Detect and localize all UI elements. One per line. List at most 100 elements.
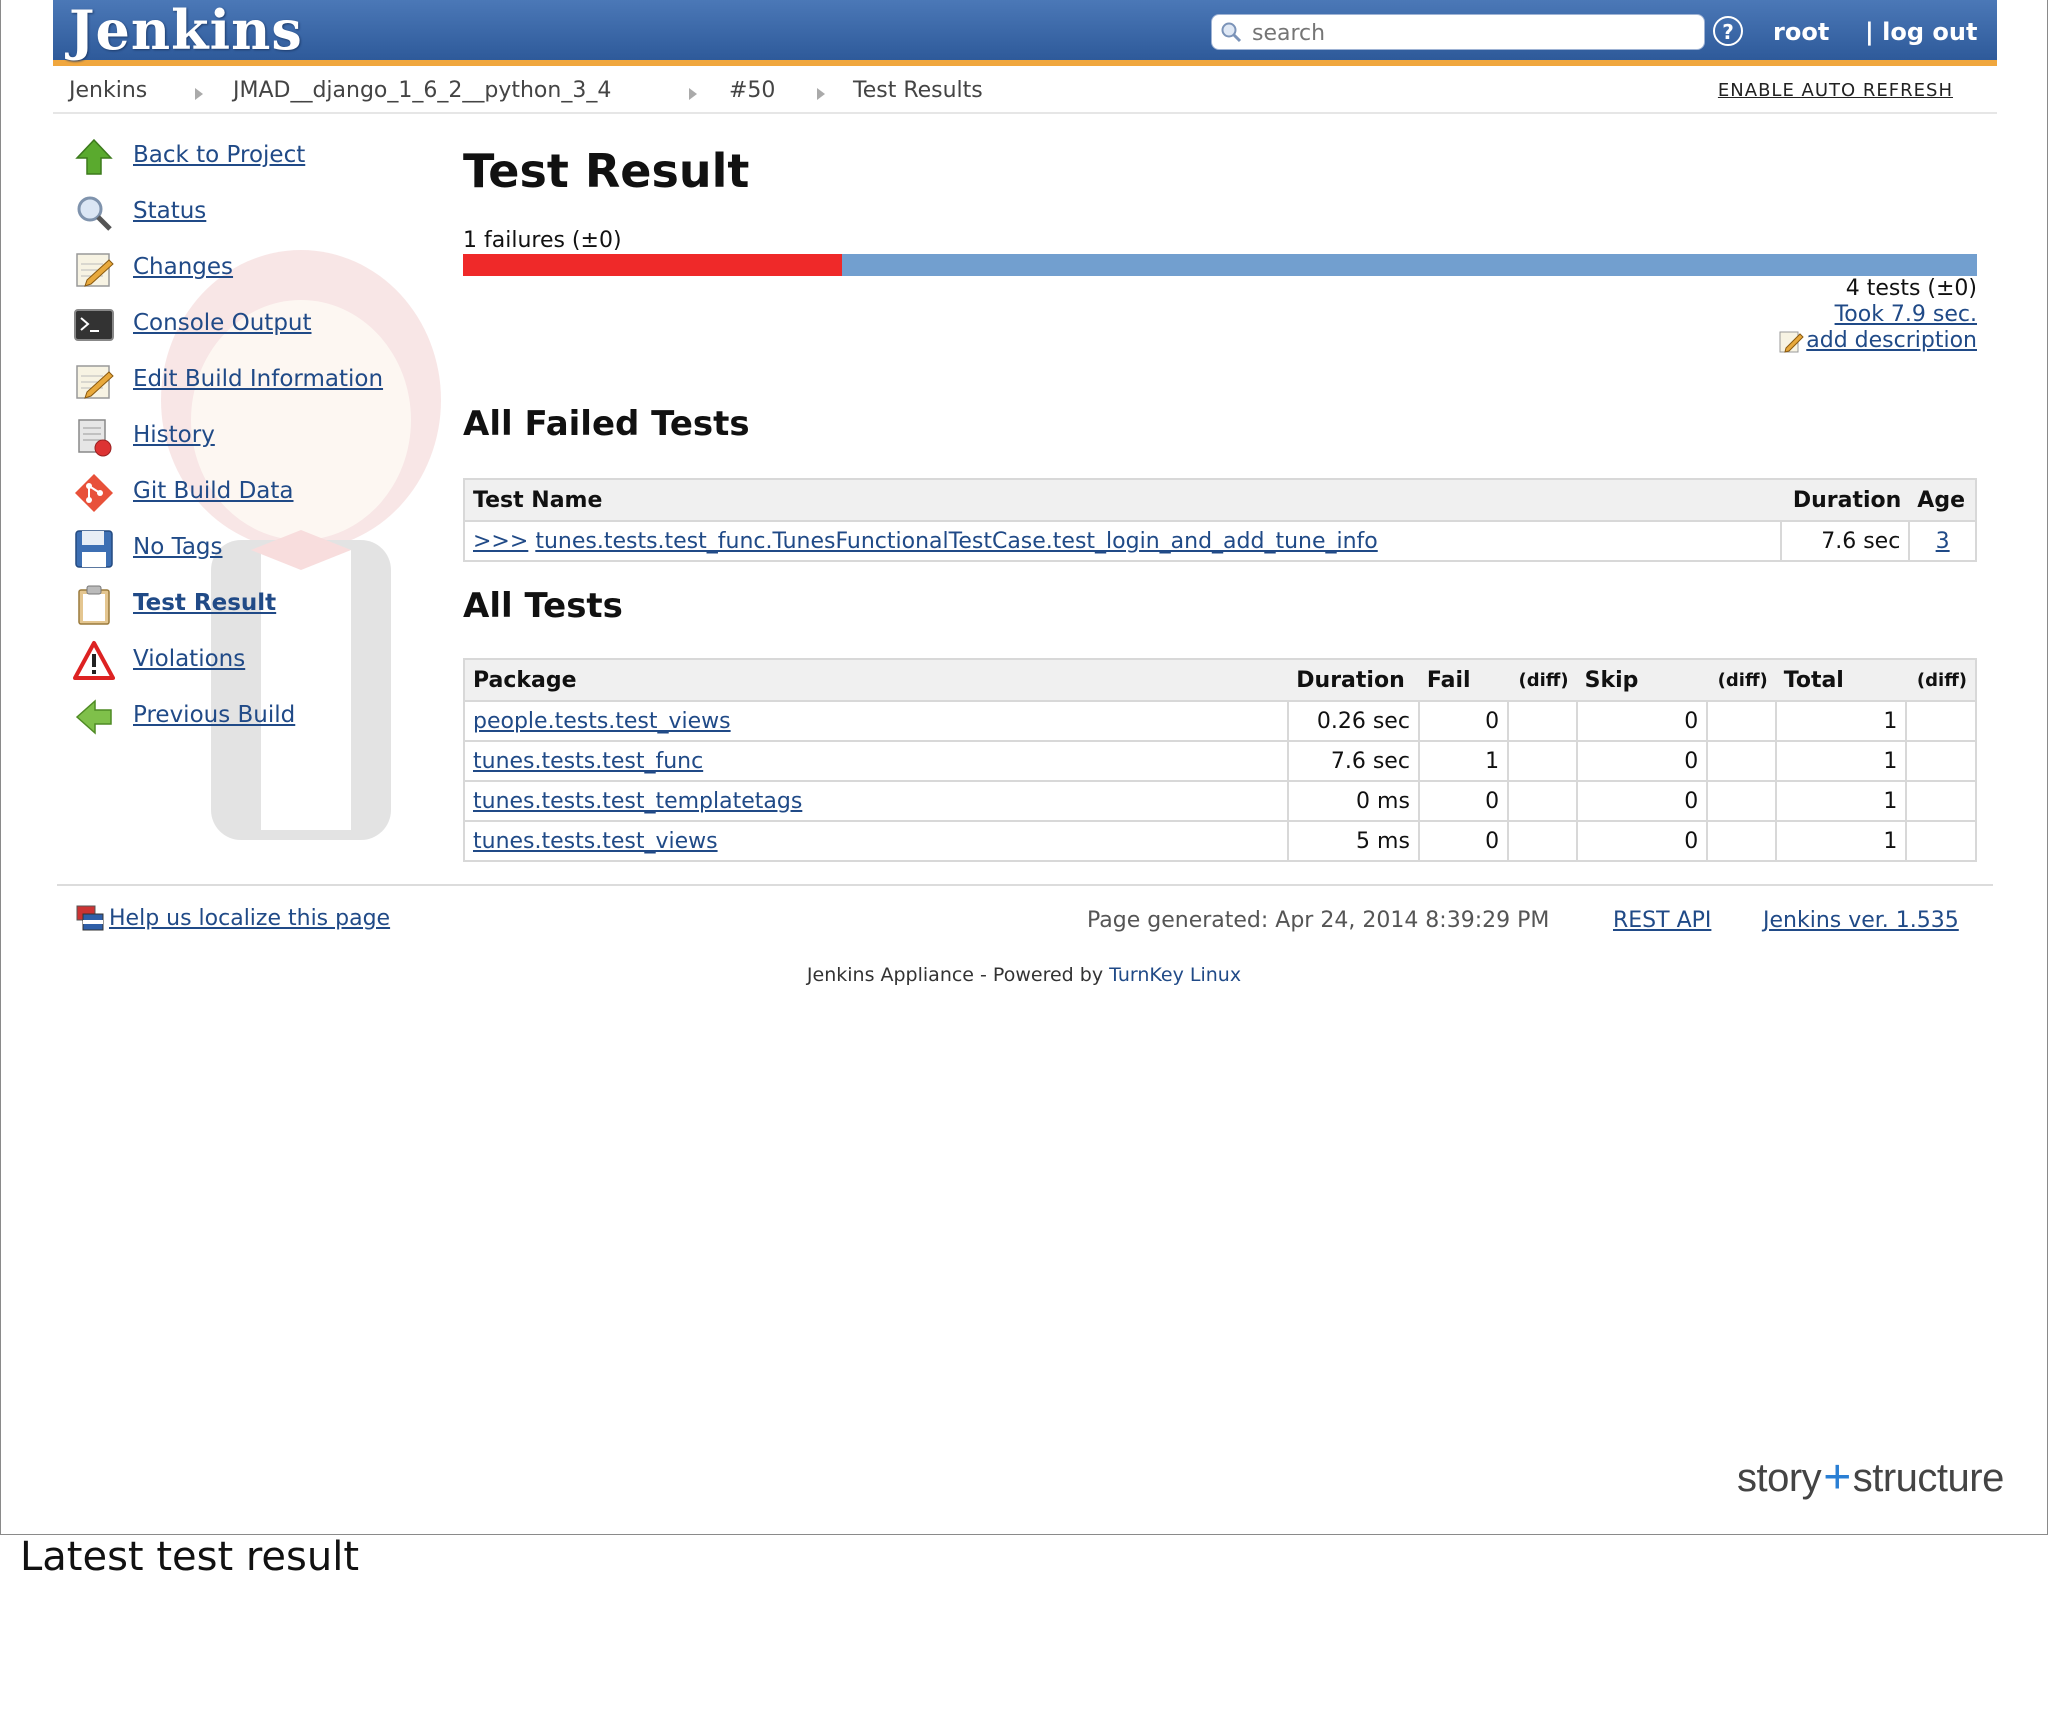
fail-diff-cell bbox=[1507, 780, 1578, 822]
jenkins-version-link[interactable]: Jenkins ver. 1.535 bbox=[1763, 908, 1959, 933]
breadcrumb-project[interactable]: JMAD__django_1_6_2__python_3_4 bbox=[233, 78, 611, 103]
appliance-credit-text: Jenkins Appliance - Powered by bbox=[806, 964, 1110, 986]
footer-divider bbox=[57, 884, 1993, 886]
notepad-icon bbox=[76, 365, 114, 399]
browser-frame: Jenkins ? root | log out Jenkins JMAD__d… bbox=[0, 0, 2048, 1535]
story-structure-logo: story+structure bbox=[1737, 1448, 2005, 1504]
breadcrumb-separator bbox=[817, 88, 825, 100]
skip-cell: 0 bbox=[1575, 700, 1709, 742]
sidebar-item-label: Previous Build bbox=[133, 702, 296, 728]
package-cell: tunes.tests.test_templatetags bbox=[462, 780, 1290, 822]
search-icon bbox=[1221, 22, 1242, 43]
column-header[interactable]: Test Name bbox=[464, 479, 1781, 522]
turnkey-linux-link[interactable]: TurnKey Linux bbox=[1109, 964, 1241, 986]
skip-cell: 0 bbox=[1575, 740, 1709, 782]
table-header-row: Package Duration Fail (diff) Skip (diff)… bbox=[464, 659, 1976, 702]
column-header[interactable]: Total bbox=[1775, 659, 1907, 702]
all-tests-table: Package Duration Fail (diff) Skip (diff)… bbox=[462, 658, 1977, 862]
sidebar-item-console-output[interactable]: Console Output bbox=[69, 304, 429, 348]
add-description[interactable]: add description bbox=[1778, 328, 1977, 354]
total-diff-cell bbox=[1905, 820, 1977, 862]
package-link[interactable]: people.tests.test_views bbox=[473, 709, 731, 734]
breadcrumb-separator bbox=[689, 88, 697, 100]
sidebar-item-label: Violations bbox=[133, 646, 246, 672]
jenkins-logo[interactable]: Jenkins bbox=[69, 0, 303, 62]
breadcrumb-test-results[interactable]: Test Results bbox=[853, 78, 983, 103]
expand-test-link[interactable]: >>> bbox=[473, 529, 528, 554]
sidebar-item-test-result[interactable]: Test Result bbox=[69, 584, 429, 628]
column-header[interactable]: Duration bbox=[1288, 659, 1419, 702]
help-icon[interactable]: ? bbox=[1713, 16, 1743, 46]
slide-caption: Latest test result bbox=[20, 1534, 360, 1580]
breadcrumb-build[interactable]: #50 bbox=[729, 78, 775, 103]
sidebar-item-label: Console Output bbox=[133, 310, 312, 336]
sidebar-item-edit-build-information[interactable]: Edit Build Information bbox=[69, 360, 429, 404]
floppy-icon bbox=[75, 530, 113, 568]
table-row: >>> tunes.tests.test_func.TunesFunctiona… bbox=[463, 520, 1977, 562]
search-box[interactable] bbox=[1211, 14, 1705, 50]
search-input[interactable] bbox=[1250, 18, 1694, 48]
total-cell: 1 bbox=[1774, 820, 1908, 862]
up-arrow-icon bbox=[75, 138, 113, 175]
column-header[interactable]: (diff) bbox=[1508, 659, 1577, 702]
brand-plus: + bbox=[1823, 1451, 1851, 1504]
column-header[interactable]: Skip bbox=[1576, 659, 1708, 702]
breadcrumb: Jenkins JMAD__django_1_6_2__python_3_4 #… bbox=[53, 66, 1997, 114]
package-link[interactable]: tunes.tests.test_func bbox=[473, 749, 703, 774]
brand-right: structure bbox=[1852, 1456, 2005, 1500]
duration-cell: 0 ms bbox=[1287, 780, 1420, 822]
localize-link[interactable]: Help us localize this page bbox=[109, 906, 390, 931]
sidebar-item-changes[interactable]: Changes bbox=[69, 248, 429, 292]
add-description-link[interactable]: add description bbox=[1806, 328, 1977, 353]
sidebar-item-violations[interactable]: Violations bbox=[69, 640, 429, 684]
user-link[interactable]: root bbox=[1773, 18, 1829, 46]
localize-help[interactable]: Help us localize this page bbox=[75, 904, 390, 934]
table-row: tunes.tests.test_views 5 ms 0 0 1 bbox=[462, 820, 1977, 862]
package-cell: tunes.tests.test_views bbox=[462, 820, 1290, 862]
sidebar-item-label: Edit Build Information bbox=[133, 366, 384, 392]
breadcrumb-jenkins[interactable]: Jenkins bbox=[69, 78, 147, 103]
column-header[interactable]: Duration bbox=[1781, 479, 1910, 522]
warning-icon bbox=[73, 641, 115, 680]
all-failed-tests-heading: All Failed Tests bbox=[463, 404, 750, 444]
sidebar-item-no-tags[interactable]: No Tags bbox=[69, 528, 429, 572]
column-header[interactable]: (diff) bbox=[1707, 659, 1776, 702]
test-name-cell: >>> tunes.tests.test_func.TunesFunctiona… bbox=[463, 520, 1782, 562]
tests-count: 4 tests (±0) bbox=[1845, 276, 1977, 301]
table-row: tunes.tests.test_func 7.6 sec 1 0 1 bbox=[462, 740, 1977, 782]
package-link[interactable]: tunes.tests.test_templatetags bbox=[473, 789, 802, 814]
column-header[interactable]: Package bbox=[464, 659, 1289, 702]
total-cell: 1 bbox=[1774, 700, 1908, 742]
sidebar-item-previous-build[interactable]: Previous Build bbox=[69, 696, 429, 740]
sidebar-item-git-build-data[interactable]: Git Build Data bbox=[69, 472, 429, 516]
fail-diff-cell bbox=[1507, 740, 1578, 782]
column-header[interactable]: Fail bbox=[1418, 659, 1509, 702]
column-header[interactable]: (diff) bbox=[1906, 659, 1976, 702]
total-diff-cell bbox=[1905, 780, 1977, 822]
skip-diff-cell bbox=[1706, 740, 1777, 782]
column-header[interactable]: Age bbox=[1909, 479, 1976, 522]
sidebar-item-status[interactable]: Status bbox=[69, 192, 429, 236]
total-cell: 1 bbox=[1774, 780, 1908, 822]
table-row: people.tests.test_views 0.26 sec 0 0 1 bbox=[462, 700, 1977, 742]
history-icon bbox=[78, 419, 112, 457]
notepad-icon bbox=[76, 253, 114, 287]
total-cell: 1 bbox=[1774, 740, 1908, 782]
package-link[interactable]: tunes.tests.test_views bbox=[473, 829, 718, 854]
took-duration-link[interactable]: Took 7.9 sec. bbox=[1835, 302, 1977, 327]
edit-notepad-icon bbox=[1779, 331, 1804, 353]
table-row: tunes.tests.test_templatetags 0 ms 0 0 1 bbox=[462, 780, 1977, 822]
failed-test-link[interactable]: tunes.tests.test_func.TunesFunctionalTes… bbox=[535, 529, 1377, 554]
logout-link[interactable]: | log out bbox=[1865, 18, 1977, 46]
breadcrumb-separator bbox=[195, 88, 203, 100]
appliance-credit: Jenkins Appliance - Powered by TurnKey L… bbox=[1, 964, 2047, 986]
localize-flags-icon bbox=[76, 905, 104, 931]
sidebar-item-back-to-project[interactable]: Back to Project bbox=[69, 136, 429, 180]
all-tests-heading: All Tests bbox=[463, 586, 623, 626]
rest-api-link[interactable]: REST API bbox=[1613, 908, 1711, 933]
sidebar-item-label: Git Build Data bbox=[133, 478, 294, 504]
sidebar-item-history[interactable]: History bbox=[69, 416, 429, 460]
enable-auto-refresh-link[interactable]: ENABLE AUTO REFRESH bbox=[1718, 80, 1953, 101]
git-icon bbox=[75, 474, 113, 512]
age-link[interactable]: 3 bbox=[1936, 529, 1950, 554]
